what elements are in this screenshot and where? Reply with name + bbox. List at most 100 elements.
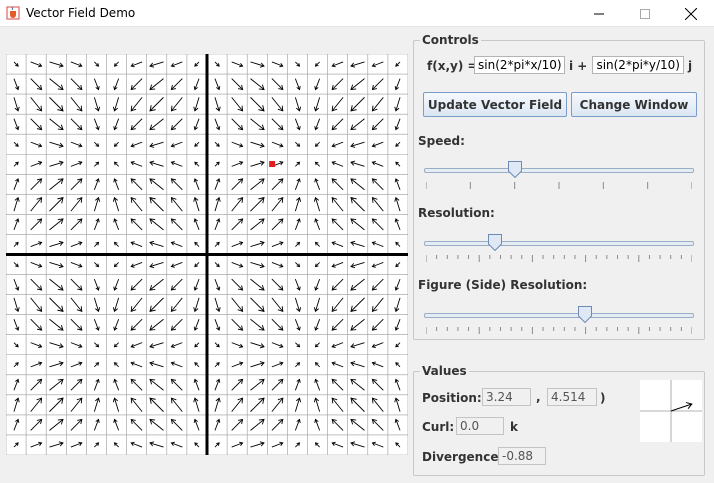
field-arrow-shaft [171, 297, 183, 312]
field-arrow-shaft [149, 178, 164, 191]
particle-marker [269, 160, 276, 167]
field-arrow-shaft [149, 318, 164, 331]
figure-resolution-slider-ticks [426, 327, 692, 334]
field-arrow-shaft [30, 318, 42, 331]
field-arrow-shaft [70, 419, 83, 431]
change-window-button[interactable]: Change Window [571, 92, 697, 117]
field-arrow-shaft [30, 278, 42, 291]
field-arrow-shaft [331, 419, 344, 431]
field-arrow-shaft [372, 178, 384, 191]
field-arrow-shaft [49, 297, 64, 312]
vector-field-plot[interactable] [6, 54, 408, 455]
field-arrow-shaft [30, 297, 42, 312]
position-y-field: 4.514 [547, 388, 597, 406]
java-cup-icon [6, 6, 20, 20]
field-arrow-shaft [70, 218, 83, 231]
field-arrow-shaft [231, 97, 243, 112]
position-separator: , [536, 390, 541, 404]
direction-preview [640, 380, 702, 442]
close-button[interactable] [668, 0, 714, 27]
field-arrow-shaft [372, 218, 384, 231]
field-arrow-shaft [70, 197, 83, 212]
field-arrow-shaft [271, 278, 284, 291]
resolution-slider-ticks [426, 255, 692, 262]
fy-input[interactable]: sin(2*pi*y/10) [592, 56, 684, 74]
field-arrow-shaft [130, 397, 143, 412]
field-arrow-shaft [350, 379, 365, 391]
field-arrow-shaft [372, 97, 384, 112]
resolution-slider-track [424, 241, 694, 246]
field-arrow-shaft [271, 318, 284, 331]
field-arrow-shaft [30, 97, 42, 112]
field-arrow-shaft [231, 397, 243, 412]
fx-input[interactable]: sin(2*pi*x/10) [474, 56, 565, 74]
speed-slider-thumb[interactable] [508, 161, 523, 178]
field-arrow-shaft [70, 97, 83, 112]
field-arrow-shaft [231, 278, 243, 291]
field-arrow-shaft [30, 379, 42, 391]
field-arrow-shaft [171, 197, 183, 212]
resolution-slider-thumb[interactable] [488, 234, 502, 251]
field-arrow-shaft [49, 197, 64, 212]
vector-field-canvas[interactable] [6, 54, 408, 455]
position-close: ) [600, 391, 606, 405]
field-arrow-shaft [231, 78, 243, 90]
field-arrow-shaft [350, 318, 365, 331]
speed-label: Speed: [418, 134, 465, 148]
field-arrow-shaft [250, 419, 265, 431]
field-arrow-shaft [30, 218, 42, 231]
speed-slider-ticks [426, 182, 692, 189]
field-arrow-shaft [149, 278, 164, 291]
curl-unit: k [510, 420, 518, 434]
field-arrow-shaft [171, 178, 183, 191]
field-arrow-shaft [331, 318, 344, 331]
field-arrow-shaft [171, 397, 183, 412]
field-arrow-shaft [250, 318, 265, 331]
field-arrow-shaft [350, 278, 365, 291]
field-arrow-shaft [331, 218, 344, 231]
minimize-button[interactable] [576, 0, 622, 27]
field-arrow-shaft [149, 397, 164, 412]
field-arrow-shaft [250, 178, 265, 191]
update-vector-field-button[interactable]: Update Vector Field [423, 92, 567, 117]
curl-field: 0.0 [456, 417, 504, 435]
figure-resolution-slider-thumb[interactable] [577, 306, 592, 323]
field-arrow-shaft [350, 197, 365, 212]
field-arrow-shaft [271, 419, 284, 431]
field-arrow-shaft [49, 318, 64, 331]
figure-resolution-slider[interactable] [424, 306, 696, 334]
field-arrow-shaft [331, 397, 344, 412]
field-arrow-shaft [70, 379, 83, 391]
field-arrow-shaft [130, 278, 143, 291]
field-arrow-shaft [49, 218, 64, 231]
field-arrow-shaft [331, 118, 344, 130]
field-arrow-shaft [149, 78, 164, 90]
controls-legend: Controls [420, 33, 481, 47]
maximize-button[interactable] [622, 0, 668, 27]
field-arrow-shaft [331, 379, 344, 391]
field-arrow-shaft [49, 397, 64, 412]
figure-resolution-slider-track [424, 313, 694, 318]
field-arrow-shaft [70, 178, 83, 191]
field-arrow-shaft [250, 278, 265, 291]
field-arrow-shaft [250, 379, 265, 391]
field-arrow-shaft [231, 379, 243, 391]
field-arrow-shaft [350, 419, 365, 431]
field-arrow-shaft [130, 218, 143, 231]
direction-preview-canvas [640, 380, 702, 442]
field-arrow-shaft [30, 419, 42, 431]
field-arrow-shaft [30, 118, 42, 130]
field-arrow-shaft [372, 397, 384, 412]
position-label: Position: ( [422, 391, 492, 405]
resolution-slider[interactable] [424, 234, 696, 262]
field-arrow-shaft [171, 118, 183, 130]
speed-slider-track [424, 168, 694, 173]
field-arrow-shaft [171, 278, 183, 291]
field-arrow-shaft [372, 78, 384, 90]
field-arrow-shaft [130, 419, 143, 431]
field-arrow-shaft [130, 97, 143, 112]
controls-panel: Controls f(x,y) = sin(2*pi*x/10) i + sin… [413, 33, 705, 340]
field-arrow-shaft [130, 118, 143, 130]
speed-slider[interactable] [424, 161, 696, 189]
field-arrow-shaft [49, 78, 64, 90]
